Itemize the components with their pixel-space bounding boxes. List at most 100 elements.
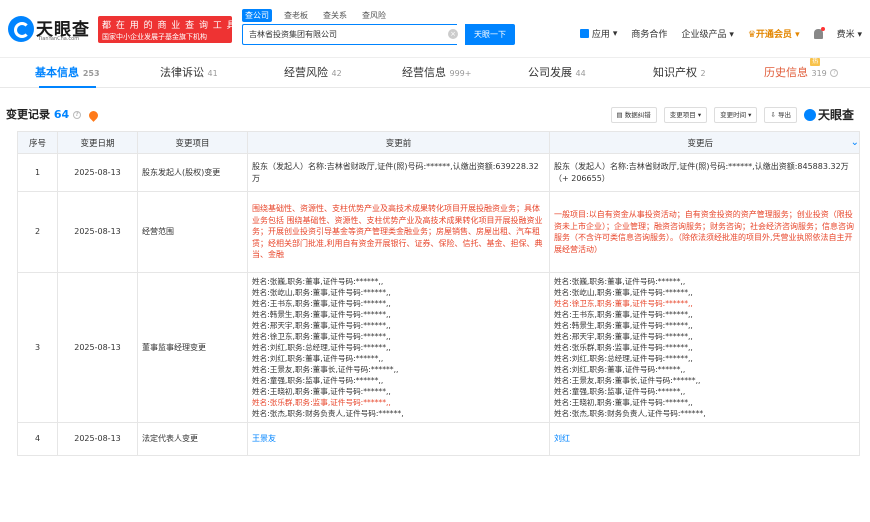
member-line: 姓名:张屹山,职务:董事,证件号码:******,, <box>252 288 391 297</box>
tab-basic-info[interactable]: 基本信息 253 <box>35 58 100 88</box>
member-line: 姓名:童强,职务:监事,证件号码:******,, <box>252 376 384 385</box>
tab-history[interactable]: 历史信息 319 ? 热 <box>764 58 839 88</box>
change-time-filter[interactable]: 变更时间 ▾ <box>714 106 758 123</box>
table-row: 4 2025-08-13 法定代表人变更 王景友 刘红 <box>17 422 860 456</box>
tab-count: 44 <box>575 69 586 78</box>
table-header-row: 序号 变更日期 变更项目 变更前 变更后 ⌄ <box>17 131 860 154</box>
col-before: 变更前 <box>247 131 550 154</box>
apps-menu[interactable]: 应用 ▾ <box>579 27 618 40</box>
export-label: 导出 <box>777 110 791 119</box>
row-no: 2 <box>17 191 58 273</box>
search-tab-boss[interactable]: 查老板 <box>281 9 311 22</box>
tab-count: 42 <box>331 69 342 78</box>
brand-domain: TianYanCha.com <box>38 36 80 42</box>
vip-label: 开通会员 <box>755 30 792 40</box>
tianyancha-watermark: 天眼查 <box>803 106 854 123</box>
row-date: 2025-08-13 <box>57 272 138 423</box>
tab-count: 2 <box>700 69 706 78</box>
slogan-line-1: 都 在 用 的 商 业 查 询 工 具 <box>102 21 237 31</box>
tab-ip[interactable]: 知识产权 2 <box>653 58 706 88</box>
tab-label: 历史信息 <box>764 66 808 79</box>
search-input[interactable]: 吉林省投资集团有限公司 <box>242 24 457 45</box>
member-line: 姓名:张杰,职务:财务负责人,证件号码:******, <box>252 409 404 418</box>
tab-company-development[interactable]: 公司发展 44 <box>528 58 586 88</box>
enterprise-products-menu[interactable]: 企业级产品 ▾ <box>681 27 733 40</box>
data-correction-label: 数据纠错 <box>624 110 651 119</box>
member-line: 姓名:张屹山,职务:董事,证件号码:******,, <box>554 288 693 297</box>
tab-count: 999+ <box>449 69 472 78</box>
crown-icon: ♛ <box>747 30 756 40</box>
row-before: 股东（发起人）名称:吉林省财政厅,证件(照)号码:******,认缴出资额:63… <box>247 153 550 192</box>
change-records-table: 序号 变更日期 变更项目 变更前 变更后 ⌄ 1 2025-08-13 股东发起人… <box>17 131 860 456</box>
member-line: 姓名:张巍,职务:董事,证件号码:******,, <box>554 277 686 286</box>
tab-count: 253 <box>82 69 100 78</box>
member-line: 姓名:王晓初,职务:董事,证件号码:******,, <box>252 387 391 396</box>
row-date: 2025-08-13 <box>57 191 138 273</box>
member-line: 姓名:刘红,职务:董事,证件号码:******,, <box>252 354 384 363</box>
tab-label: 公司发展 <box>528 66 572 79</box>
user-menu[interactable]: 费米 ▾ <box>837 27 862 40</box>
col-item: 变更项目 <box>137 131 248 154</box>
help-icon: ? <box>830 69 839 77</box>
clear-search-icon[interactable]: × <box>448 29 458 39</box>
tab-label: 基本信息 <box>35 66 79 79</box>
watermark-text: 天眼查 <box>817 108 854 122</box>
record-count: 64 <box>53 108 70 121</box>
tab-legal[interactable]: 法律诉讼 41 <box>160 58 218 88</box>
tab-label: 知识产权 <box>653 66 697 79</box>
business-cooperation-link[interactable]: 商务合作 <box>631 27 667 40</box>
row-before-legal-rep[interactable]: 王景友 <box>247 422 550 456</box>
section-title: 变更记录 64 ? <box>6 106 100 122</box>
member-line: 姓名:张乐群,职务:监事,证件号码:******,, <box>252 398 391 407</box>
hot-badge: 热 <box>810 58 821 66</box>
tab-count: 41 <box>207 69 218 78</box>
member-line: 姓名:刘红,职务:总经理,证件号码:******,, <box>554 354 693 363</box>
row-before-scope: 围绕基础性、资源性、支柱优势产业及高技术成果转化项目开展投融资业务；具体业务包括… <box>247 191 550 273</box>
main-tabs: 基本信息 253 法律诉讼 41 经营风险 42 经营信息 999+ 公司发展 … <box>0 58 870 88</box>
search-tab-relation[interactable]: 查关系 <box>320 9 350 22</box>
tab-business-info[interactable]: 经营信息 999+ <box>402 58 471 88</box>
section-toolbar: ▤ 数据纠错 变更项目 ▾ 变更时间 ▾ ⇩ 导出 天眼查 <box>610 106 854 123</box>
user-name: 费米 <box>836 30 855 40</box>
member-line: 姓名:韩景生,职务:董事,证件号码:******,, <box>554 321 693 330</box>
tab-label: 经营信息 <box>402 66 446 79</box>
row-no: 1 <box>17 153 58 192</box>
header-nav: 应用 ▾ 商务合作 企业级产品 ▾ ♛开通会员 ▾ 费米 ▾ <box>579 26 862 40</box>
help-icon[interactable]: ? <box>73 111 81 119</box>
apps-label: 应用 <box>591 30 610 40</box>
row-before-members: 姓名:张巍,职务:董事,证件号码:******,, 姓名:张屹山,职务:董事,证… <box>247 272 550 423</box>
member-line: 姓名:邢天宇,职务:董事,证件号码:******,, <box>554 332 693 341</box>
data-correction-button[interactable]: ▤ 数据纠错 <box>610 106 657 123</box>
change-item-filter[interactable]: 变更项目 ▾ <box>663 106 708 123</box>
member-line: 姓名:王景友,职务:董事长,证件号码:******,, <box>252 365 399 374</box>
search-type-tabs: 查公司 查老板 查关系 查风险 <box>242 9 389 22</box>
row-after-legal-rep[interactable]: 刘红 <box>549 422 860 456</box>
member-line: 姓名:王景友,职务:董事长,证件号码:******,, <box>554 376 701 385</box>
top-header: 天眼查 TianYanCha.com 都 在 用 的 商 业 查 询 工 具 国… <box>0 0 870 58</box>
tab-count: 319 <box>811 69 827 78</box>
export-icon: ⇩ <box>770 110 776 119</box>
col-after-label: 变更后 <box>687 138 714 149</box>
tab-operational-risk[interactable]: 经营风险 42 <box>284 58 342 88</box>
chevron-down-icon: ▾ <box>612 28 618 39</box>
tianyancha-logo-icon[interactable] <box>8 16 34 42</box>
search-button[interactable]: 天眼一下 <box>465 24 515 45</box>
search-tab-risk[interactable]: 查风险 <box>359 9 389 22</box>
col-date: 变更日期 <box>57 131 138 154</box>
doc-icon: ▤ <box>616 110 623 119</box>
member-line: 姓名:徐卫东,职务:董事,证件号码:******,, <box>252 332 391 341</box>
row-item: 股东发起人(股权)变更 <box>137 153 248 192</box>
chevron-down-icon[interactable]: ⌄ <box>851 137 859 148</box>
row-no: 4 <box>17 422 58 456</box>
member-line: 姓名:王书东,职务:董事,证件号码:******,, <box>252 299 391 308</box>
member-line: 姓名:张巍,职务:董事,证件号码:******,, <box>252 277 384 286</box>
member-line: 姓名:童强,职务:监事,证件号码:******,, <box>554 387 686 396</box>
notification-bell-icon[interactable] <box>813 26 825 39</box>
search-tab-company[interactable]: 查公司 <box>242 9 272 22</box>
member-line: 姓名:邢天宇,职务:董事,证件号码:******,, <box>252 321 391 330</box>
vip-membership-button[interactable]: ♛开通会员 ▾ <box>748 27 800 40</box>
row-item: 经营范围 <box>137 191 248 273</box>
row-item: 董事监事经理变更 <box>137 272 248 423</box>
table-row: 2 2025-08-13 经营范围 围绕基础性、资源性、支柱优势产业及高技术成果… <box>17 191 860 273</box>
export-button[interactable]: ⇩ 导出 <box>764 106 797 123</box>
